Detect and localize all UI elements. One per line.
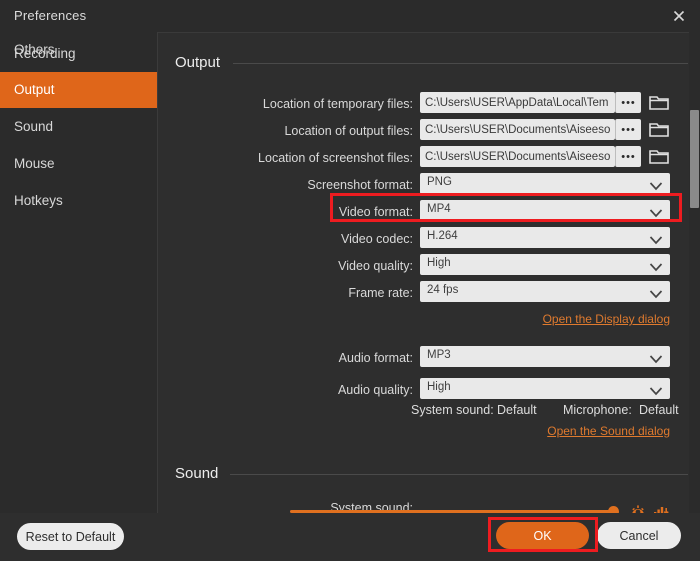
sidebar-item-sound[interactable]: Sound [0, 109, 157, 145]
chevron-down-icon [649, 178, 663, 196]
ellipsis-icon: ••• [616, 128, 641, 132]
ok-button[interactable]: OK [496, 522, 589, 549]
dropdown-video-format[interactable]: MP4 [420, 200, 670, 221]
label-screenshot-files: Location of screenshot files: [158, 151, 413, 165]
label-video-quality: Video quality: [158, 259, 413, 273]
chevron-down-icon [649, 205, 663, 223]
browse-screenshot-files-button[interactable]: ••• [615, 146, 641, 167]
title-bar: Preferences [0, 0, 700, 33]
dropdown-screenshot-format[interactable]: PNG [420, 173, 670, 194]
gear-icon[interactable] [630, 503, 646, 513]
dropdown-video-format-value: MP4 [427, 203, 451, 215]
folder-icon-temporary-files[interactable] [648, 92, 670, 113]
browse-output-files-button[interactable]: ••• [615, 119, 641, 140]
value-system-sound: Default [497, 403, 537, 417]
browse-temporary-files-button[interactable]: ••• [615, 92, 641, 113]
label-video-format: Video format: [158, 205, 413, 219]
close-icon[interactable] [666, 4, 692, 28]
sound-section-divider [230, 474, 688, 475]
dropdown-audio-format[interactable]: MP3 [420, 346, 670, 367]
scrollbar-thumb[interactable] [690, 110, 699, 208]
sidebar-item-hotkeys[interactable]: Hotkeys [0, 183, 157, 219]
output-section-heading: Output [175, 54, 220, 71]
ellipsis-icon: ••• [616, 101, 641, 105]
output-settings-pane: Output Location of temporary files: ••• … [158, 32, 700, 513]
folder-icon-output-files[interactable] [648, 119, 670, 140]
dropdown-video-quality[interactable]: High [420, 254, 670, 275]
chevron-down-icon [649, 259, 663, 277]
preferences-dialog: Preferences Recording Output Sound Mouse… [0, 0, 700, 561]
label-system-sound: System sound: [411, 403, 494, 417]
open-sound-dialog-link[interactable]: Open the Sound dialog [547, 424, 670, 438]
dropdown-frame-rate[interactable]: 24 fps [420, 281, 670, 302]
chevron-down-icon [649, 351, 663, 369]
label-video-codec: Video codec: [158, 232, 413, 246]
reset-to-default-button[interactable]: Reset to Default [17, 523, 124, 550]
dropdown-audio-quality[interactable]: High [420, 378, 670, 399]
dropdown-audio-format-value: MP3 [427, 349, 451, 361]
input-output-files[interactable] [420, 119, 615, 140]
chevron-down-icon [649, 232, 663, 250]
system-sound-slider-knob[interactable] [608, 506, 619, 513]
window-title: Preferences [14, 8, 86, 23]
input-screenshot-files[interactable] [420, 146, 615, 167]
scrollbar-track[interactable] [689, 32, 700, 513]
sound-section-heading: Sound [175, 465, 218, 482]
cancel-button[interactable]: Cancel [597, 522, 681, 549]
label-temporary-files: Location of temporary files: [158, 97, 413, 111]
ellipsis-icon: ••• [616, 155, 641, 159]
chevron-down-icon [649, 383, 663, 401]
folder-icon-screenshot-files[interactable] [648, 146, 670, 167]
sidebar-item-mouse[interactable]: Mouse [0, 146, 157, 182]
label-audio-quality: Audio quality: [158, 383, 413, 397]
dropdown-video-quality-value: High [427, 257, 451, 269]
dialog-footer: Reset to Default OK Cancel [0, 513, 700, 561]
dropdown-video-codec-value: H.264 [427, 230, 458, 242]
output-section-divider [233, 63, 688, 64]
dropdown-screenshot-format-value: PNG [427, 176, 452, 188]
label-frame-rate: Frame rate: [158, 286, 413, 300]
label-audio-format: Audio format: [158, 351, 413, 365]
chevron-down-icon [649, 286, 663, 304]
label-output-files: Location of output files: [158, 124, 413, 138]
input-temporary-files[interactable] [420, 92, 615, 113]
open-display-dialog-link[interactable]: Open the Display dialog [543, 312, 670, 326]
sidebar-item-output[interactable]: Output [0, 72, 157, 108]
dropdown-audio-quality-value: High [427, 381, 451, 393]
label-microphone: Microphone: [563, 403, 632, 417]
value-microphone: Default [639, 403, 679, 417]
volume-icon[interactable] [653, 503, 670, 513]
sidebar: Recording Output Sound Mouse Hotkeys Oth… [0, 32, 158, 561]
dropdown-frame-rate-value: 24 fps [427, 284, 458, 296]
dropdown-video-codec[interactable]: H.264 [420, 227, 670, 248]
label-screenshot-format: Screenshot format: [158, 178, 413, 192]
sidebar-item-others[interactable]: Others [0, 32, 157, 68]
